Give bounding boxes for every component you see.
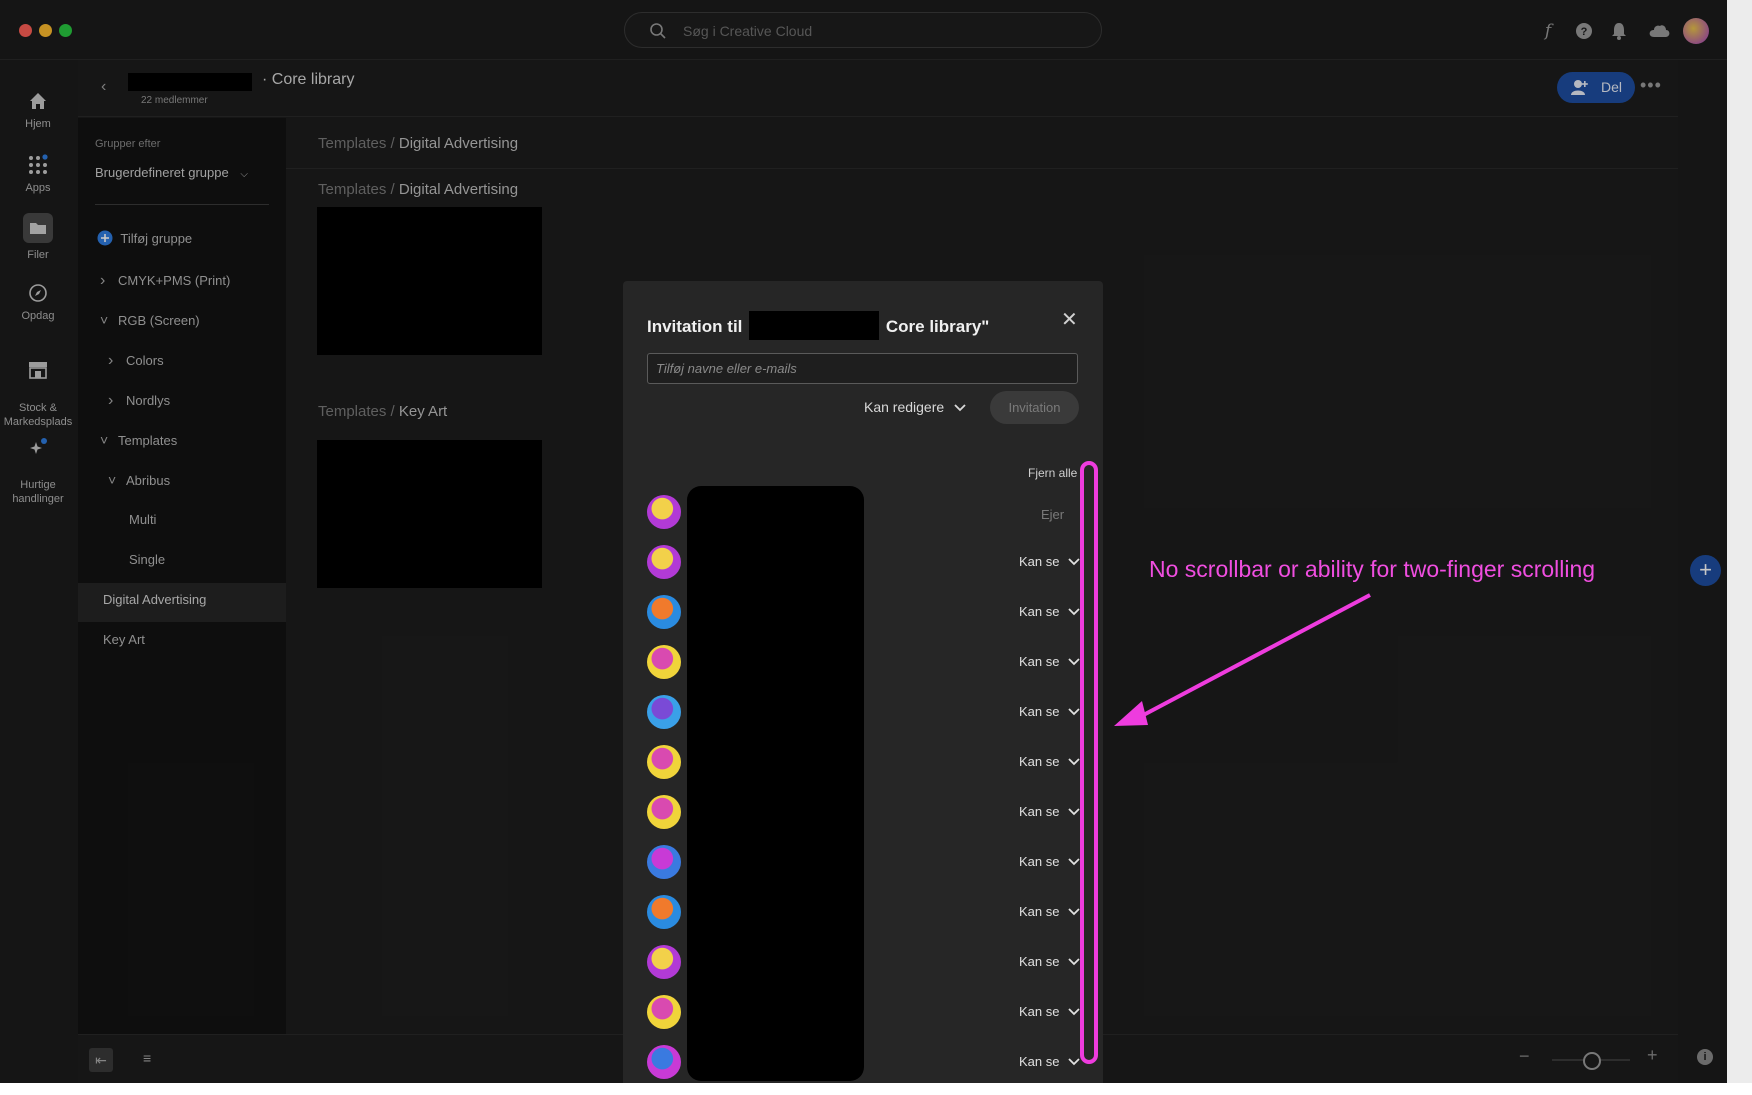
permission-dropdown[interactable]: Kan redigere [864,399,966,415]
adjacent-window-strip [1727,0,1752,1083]
avatar [647,795,681,829]
avatar [647,545,681,579]
avatar [647,645,681,679]
member-role-label: Kan se [1019,904,1060,919]
member-role-dropdown[interactable]: Kan se [1019,1054,1081,1069]
member-role-dropdown[interactable]: Kan se [1019,804,1081,819]
app-window: Søg i Creative Cloud f ? Hjem Apps Filer… [0,0,1727,1083]
member-role-dropdown[interactable]: Kan se [1019,754,1081,769]
member-role-label: Kan se [1019,604,1060,619]
invite-dialog: Invitation til Core library" ✕ Tilføj na… [623,281,1103,1083]
annotation-highlight [1080,461,1098,1064]
invite-email-input[interactable]: Tilføj navne eller e-mails [647,353,1078,384]
avatar [647,895,681,929]
chevron-down-icon [1068,708,1081,716]
redacted-member-names [687,486,864,1081]
avatar [647,495,681,529]
member-role-label: Kan se [1019,954,1060,969]
chevron-down-icon [954,404,966,412]
chevron-down-icon [1068,558,1081,566]
member-role-dropdown[interactable]: Kan se [1019,604,1081,619]
member-role-label: Kan se [1019,554,1060,569]
annotation-arrow [1114,593,1371,726]
dialog-title-suffix: Core library" [885,317,990,336]
member-role-dropdown[interactable]: Kan se [1019,704,1081,719]
remove-all-link[interactable]: Fjern alle [1028,466,1077,480]
chevron-down-icon [1068,658,1081,666]
chevron-down-icon [1068,958,1081,966]
member-role-dropdown[interactable]: Kan se [1019,1004,1081,1019]
member-role-label: Kan se [1019,754,1060,769]
chevron-down-icon [1068,808,1081,816]
member-role-label: Kan se [1019,804,1060,819]
avatar [647,845,681,879]
member-role-dropdown[interactable]: Kan se [1019,954,1081,969]
member-role-label: Kan se [1019,854,1060,869]
chevron-down-icon [1068,1008,1081,1016]
chevron-down-icon [1068,1058,1081,1066]
member-role-dropdown[interactable]: Kan se [1019,554,1081,569]
owner-role-label: Ejer [1041,507,1065,522]
avatar [647,945,681,979]
dialog-title: Invitation til Core library" [647,311,989,340]
chevron-down-icon [1068,758,1081,766]
member-role-label: Kan se [1019,1004,1060,1019]
avatar [647,695,681,729]
dialog-title-prefix: Invitation til [647,317,743,336]
member-role-dropdown[interactable]: Kan se [1019,854,1081,869]
chevron-down-icon [1068,908,1081,916]
avatar [647,745,681,779]
invite-input-placeholder: Tilføj navne eller e-mails [656,361,797,376]
annotation-text: No scrollbar or ability for two-finger s… [1149,556,1596,582]
member-role-dropdown[interactable]: Kan se [1019,654,1081,669]
chevron-down-icon [1068,858,1081,866]
member-role-dropdown[interactable]: Kan se [1019,904,1081,919]
redacted-library-name [749,311,880,340]
avatar [647,995,681,1029]
close-icon[interactable]: ✕ [1061,307,1078,332]
avatar [647,1045,681,1079]
member-role-label: Kan se [1019,654,1060,669]
permission-value: Kan redigere [864,399,945,415]
invite-button[interactable]: Invitation [990,391,1079,424]
member-role-label: Kan se [1019,704,1060,719]
avatar [647,595,681,629]
member-role-label: Kan se [1019,1054,1060,1069]
chevron-down-icon [1068,608,1081,616]
